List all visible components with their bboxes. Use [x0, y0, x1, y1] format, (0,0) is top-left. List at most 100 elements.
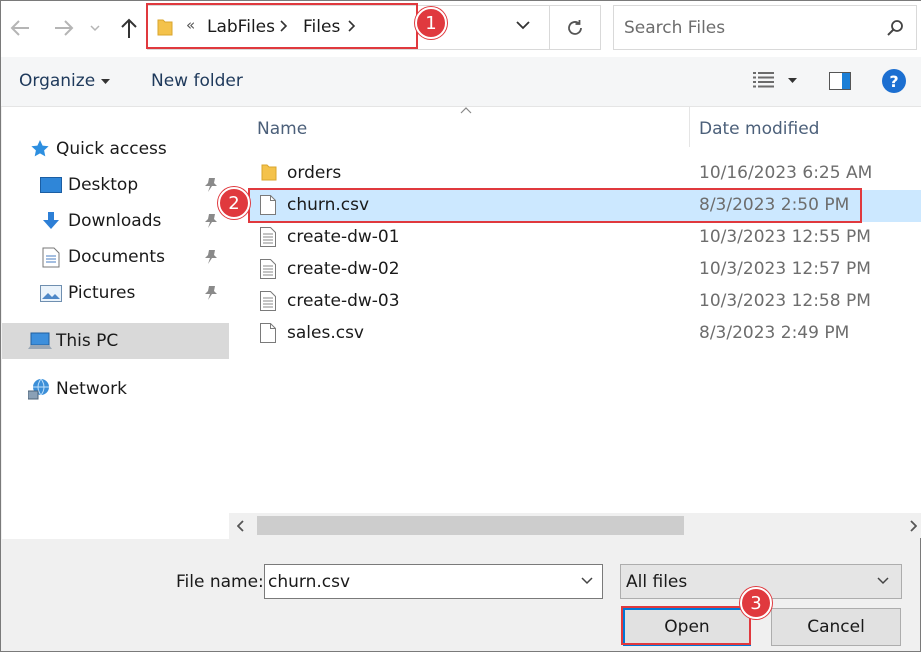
up-arrow-icon: [121, 18, 137, 38]
network-icon: [28, 378, 49, 400]
star-icon: [31, 140, 49, 157]
scroll-left-icon[interactable]: [237, 520, 245, 532]
sidebar-item-label: Quick access: [56, 139, 167, 159]
annotation-badge-3: 3: [740, 587, 772, 619]
refresh-button[interactable]: [550, 5, 601, 50]
picture-icon: [40, 285, 62, 302]
file-row-create-dw-02[interactable]: create-dw-02 10/3/2023 12:57 PM: [249, 254, 921, 286]
new-folder-button[interactable]: New folder: [151, 71, 243, 91]
sidebar-item-label: This PC: [56, 331, 119, 351]
sidebar-item-label: Documents: [68, 247, 165, 267]
file-date: 10/3/2023 12:55 PM: [699, 227, 871, 247]
file-name: sales.csv: [287, 323, 364, 343]
organize-label: Organize: [19, 71, 96, 91]
view-details-icon[interactable]: [753, 72, 775, 88]
search-input[interactable]: Search Files: [613, 5, 917, 50]
file-name-label: File name:: [176, 572, 264, 592]
chevron-right-icon[interactable]: [348, 20, 356, 32]
file-date: 10/16/2023 6:25 AM: [699, 163, 873, 183]
address-overflow[interactable]: «: [186, 16, 195, 34]
back-arrow-icon: [10, 20, 29, 36]
address-segment-labfiles[interactable]: LabFiles: [207, 17, 275, 37]
sidebar-item-network[interactable]: Network: [2, 371, 229, 407]
address-bar[interactable]: « LabFiles Files: [147, 5, 550, 50]
refresh-icon: [568, 19, 582, 35]
blank-file-icon: [260, 323, 276, 343]
text-file-icon: [260, 259, 276, 279]
file-row-orders[interactable]: orders 10/16/2023 6:25 AM: [249, 158, 921, 190]
file-name-value: churn.csv: [268, 572, 351, 592]
chevron-down-icon[interactable]: [581, 577, 593, 585]
search-icon: [887, 20, 903, 36]
file-open-dialog: « LabFiles Files Search Files Organize N…: [0, 0, 921, 652]
recent-locations-button[interactable]: [85, 11, 105, 45]
back-button[interactable]: [5, 11, 35, 45]
file-date: 8/3/2023 2:50 PM: [699, 195, 850, 215]
text-file-icon: [260, 227, 276, 247]
annotation-badge-2: 2: [218, 187, 250, 219]
scroll-right-icon[interactable]: [909, 520, 917, 532]
toolbar: Organize New folder ?: [1, 57, 921, 107]
caret-down-icon: [101, 78, 111, 84]
file-row-sales-csv[interactable]: sales.csv 8/3/2023 2:49 PM: [249, 318, 921, 350]
pin-icon[interactable]: [204, 177, 218, 193]
organize-menu[interactable]: Organize: [19, 71, 111, 91]
search-placeholder: Search Files: [624, 18, 726, 38]
sidebar-item-documents[interactable]: Documents: [2, 239, 229, 275]
pin-icon[interactable]: [204, 249, 218, 265]
up-button[interactable]: [114, 11, 144, 45]
address-segment-files[interactable]: Files: [303, 17, 340, 37]
address-history-chevron-icon[interactable]: [516, 21, 530, 30]
help-icon[interactable]: ?: [882, 69, 906, 93]
column-divider[interactable]: [689, 107, 690, 147]
file-type-value: All files: [626, 572, 688, 592]
text-file-icon: [260, 291, 276, 311]
open-button[interactable]: Open: [623, 608, 751, 646]
navigation-pane: Quick access Desktop Downloads Documents…: [2, 107, 229, 539]
sidebar-item-this-pc[interactable]: This PC: [2, 323, 229, 359]
sidebar-item-label: Network: [56, 379, 127, 399]
file-name: create-dw-01: [287, 227, 400, 247]
annotation-badge-1: 1: [415, 7, 447, 39]
preview-pane-icon[interactable]: [829, 72, 851, 90]
column-header-date-modified[interactable]: Date modified: [699, 119, 819, 139]
sidebar-item-downloads[interactable]: Downloads: [2, 203, 229, 239]
sidebar-item-label: Downloads: [68, 211, 162, 231]
file-date: 10/3/2023 12:58 PM: [699, 291, 871, 311]
file-date: 10/3/2023 12:57 PM: [699, 259, 871, 279]
view-options-caret-icon[interactable]: [788, 78, 797, 83]
sidebar-item-label: Pictures: [68, 283, 136, 303]
column-header-name[interactable]: Name: [257, 119, 307, 139]
scrollbar-thumb[interactable]: [257, 516, 684, 535]
file-row-churn-csv[interactable]: churn.csv 8/3/2023 2:50 PM: [249, 190, 921, 222]
forward-button[interactable]: [49, 11, 79, 45]
pin-icon[interactable]: [204, 285, 218, 301]
sort-ascending-icon: [460, 107, 472, 114]
download-arrow-icon: [43, 212, 59, 229]
file-date: 8/3/2023 2:49 PM: [699, 323, 850, 343]
desktop-icon: [40, 177, 62, 193]
sidebar-item-label: Desktop: [68, 175, 139, 195]
document-icon: [42, 247, 60, 268]
pin-icon[interactable]: [204, 213, 218, 229]
chevron-right-icon[interactable]: [280, 20, 288, 32]
sidebar-item-quick-access[interactable]: Quick access: [2, 131, 229, 167]
file-name-input[interactable]: churn.csv: [264, 564, 603, 599]
file-name: create-dw-02: [287, 259, 400, 279]
computer-icon: [28, 332, 52, 349]
blank-file-icon: [260, 195, 276, 215]
file-list: Name Date modified orders 10/16/2023 6:2…: [229, 107, 921, 513]
chevron-down-icon: [877, 577, 889, 585]
sidebar-item-pictures[interactable]: Pictures: [2, 275, 229, 311]
cancel-button[interactable]: Cancel: [771, 608, 901, 646]
file-name: churn.csv: [287, 195, 370, 215]
file-row-create-dw-01[interactable]: create-dw-01 10/3/2023 12:55 PM: [249, 222, 921, 254]
folder-icon: [261, 164, 277, 181]
file-row-create-dw-03[interactable]: create-dw-03 10/3/2023 12:58 PM: [249, 286, 921, 318]
chevron-down-icon: [90, 24, 100, 31]
file-name: create-dw-03: [287, 291, 400, 311]
forward-arrow-icon: [55, 20, 74, 36]
address-row: « LabFiles Files Search Files: [1, 1, 921, 57]
sidebar-item-desktop[interactable]: Desktop: [2, 167, 229, 203]
horizontal-scrollbar[interactable]: [229, 513, 921, 538]
